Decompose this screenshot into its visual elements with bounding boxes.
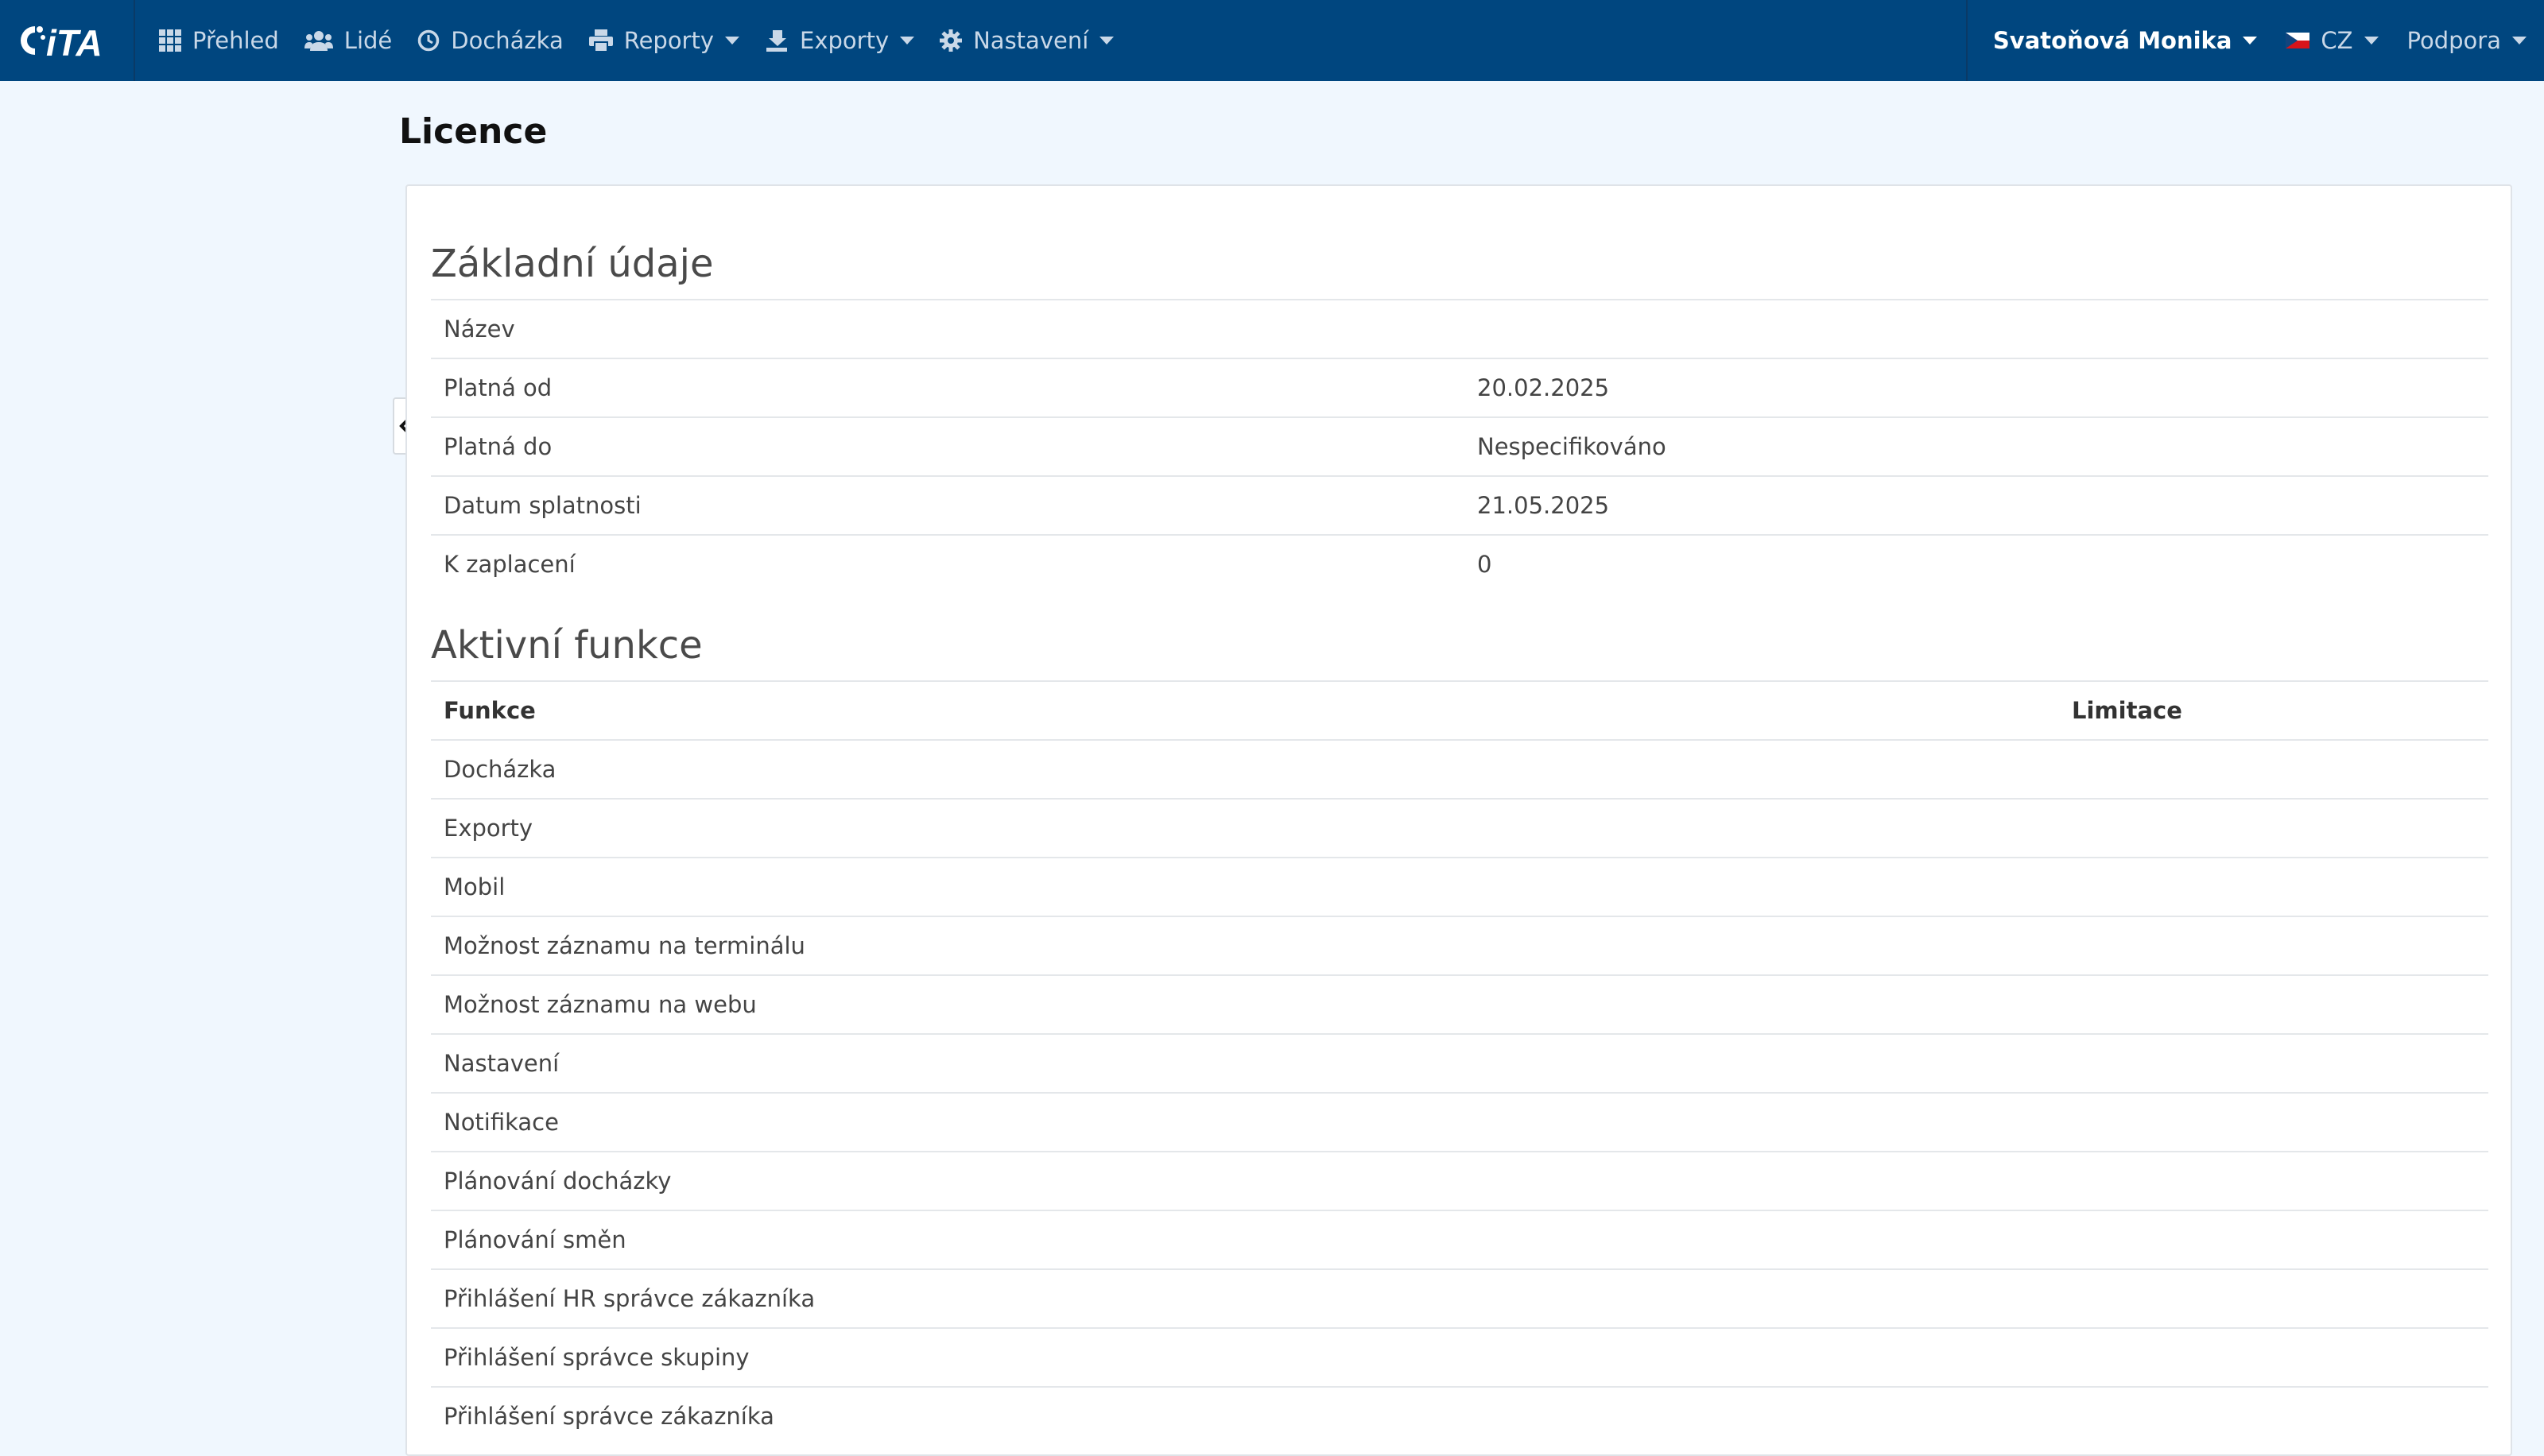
table-row: Plánování směn [431, 1210, 2488, 1268]
table-row: K zaplacení 0 [431, 534, 2488, 593]
ita-logo-icon: iTA [20, 22, 103, 60]
clock-icon [418, 29, 440, 52]
czech-flag-icon [2286, 33, 2310, 48]
license-panel: Základní údaje Název Platná od 20.02.202… [405, 184, 2512, 1456]
table-row: Možnost záznamu na terminálu [431, 916, 2488, 974]
feature-name: Přihlášení HR správce zákazníka [444, 1285, 816, 1312]
feature-name: Přihlášení správce zákazníka [444, 1403, 774, 1430]
nav-dochazka-label: Docházka [451, 27, 564, 54]
features-table: Funkce Limitace Docházka Exporty Mobil M… [431, 680, 2488, 1445]
nav-prehled[interactable]: Přehled [146, 0, 292, 81]
row-value: 20.02.2025 [1477, 374, 1610, 401]
nav-lide-label: Lidé [343, 27, 393, 54]
chevron-down-icon [2364, 37, 2379, 45]
table-row: Přihlášení správce zákazníka [431, 1386, 2488, 1445]
feature-name: Možnost záznamu na terminálu [444, 932, 805, 959]
table-row: Přihlášení HR správce zákazníka [431, 1268, 2488, 1327]
brand-logo[interactable]: iTA [0, 0, 135, 81]
nav-exporty[interactable]: Exporty [752, 0, 927, 81]
feature-name: Docházka [444, 756, 556, 783]
nav-dochazka[interactable]: Docházka [405, 0, 576, 81]
feature-name: Plánování docházky [444, 1168, 672, 1195]
table-row: Notifikace [431, 1092, 2488, 1151]
page-title: Licence [399, 111, 548, 152]
feature-name: Nastavení [444, 1050, 560, 1077]
table-row: Docházka [431, 739, 2488, 798]
nav-prehled-label: Přehled [192, 27, 279, 54]
nav-lide[interactable]: Lidé [292, 0, 405, 81]
users-icon [304, 31, 333, 51]
table-row: Nastavení [431, 1033, 2488, 1092]
row-label: Název [444, 316, 515, 343]
row-label: Platná od [444, 374, 553, 401]
table-row: Plánování docházky [431, 1151, 2488, 1210]
nav-reporty[interactable]: Reporty [576, 0, 752, 81]
row-value: 21.05.2025 [1477, 492, 1610, 519]
table-row: Mobil [431, 857, 2488, 916]
top-navbar: iTA Přehled Lidé Docházka Reporty Export… [0, 0, 2544, 81]
table-row: Název [431, 299, 2488, 358]
feature-name: Notifikace [444, 1109, 559, 1136]
nav-nastaveni[interactable]: Nastavení [927, 0, 1127, 81]
table-row: Exporty [431, 798, 2488, 857]
feature-name: Mobil [444, 873, 506, 900]
features-title: Aktivní funkce [431, 623, 703, 668]
export-icon [766, 30, 788, 52]
nav-nastaveni-label: Nastavení [973, 27, 1089, 54]
column-header-function: Funkce [444, 697, 536, 724]
language-menu[interactable]: CZ [2271, 0, 2392, 81]
gear-icon [940, 29, 963, 52]
feature-name: Exporty [444, 815, 533, 842]
chevron-down-icon [2243, 37, 2258, 45]
row-value: Nespecifikováno [1477, 433, 1666, 460]
table-row: Platná do Nespecifikováno [431, 416, 2488, 475]
feature-name: Možnost záznamu na webu [444, 991, 757, 1018]
language-label: CZ [2321, 27, 2353, 54]
user-name: Svatoňová Monika [1992, 27, 2232, 54]
row-label: Datum splatnosti [444, 492, 642, 519]
row-value: 0 [1477, 551, 1492, 578]
table-header-row: Funkce Limitace [431, 680, 2488, 739]
row-label: K zaplacení [444, 551, 576, 578]
feature-name: Přihlášení správce skupiny [444, 1344, 750, 1371]
printer-icon [588, 29, 613, 52]
row-label: Platná do [444, 433, 553, 460]
svg-text:iTA: iTA [46, 22, 103, 60]
table-row: Datum splatnosti 21.05.2025 [431, 475, 2488, 534]
column-header-limit: Limitace [2072, 697, 2182, 724]
chevron-down-icon [2512, 37, 2527, 45]
chevron-down-icon [900, 37, 915, 45]
chevron-down-icon [725, 37, 740, 45]
table-row: Možnost záznamu na webu [431, 974, 2488, 1033]
table-row: Přihlášení správce skupiny [431, 1327, 2488, 1386]
nav-exporty-label: Exporty [800, 27, 890, 54]
table-row: Platná od 20.02.2025 [431, 358, 2488, 416]
support-label: Podpora [2406, 27, 2501, 54]
basic-info-title: Základní údaje [431, 242, 714, 286]
basic-info-table: Název Platná od 20.02.2025 Platná do Nes… [431, 299, 2488, 593]
grid-icon [159, 29, 181, 52]
support-menu[interactable]: Podpora [2393, 0, 2544, 81]
nav-reporty-label: Reporty [623, 27, 715, 54]
chevron-down-icon [1099, 37, 1115, 45]
feature-name: Plánování směn [444, 1226, 626, 1253]
user-menu[interactable]: Svatoňová Monika [1968, 0, 2272, 81]
